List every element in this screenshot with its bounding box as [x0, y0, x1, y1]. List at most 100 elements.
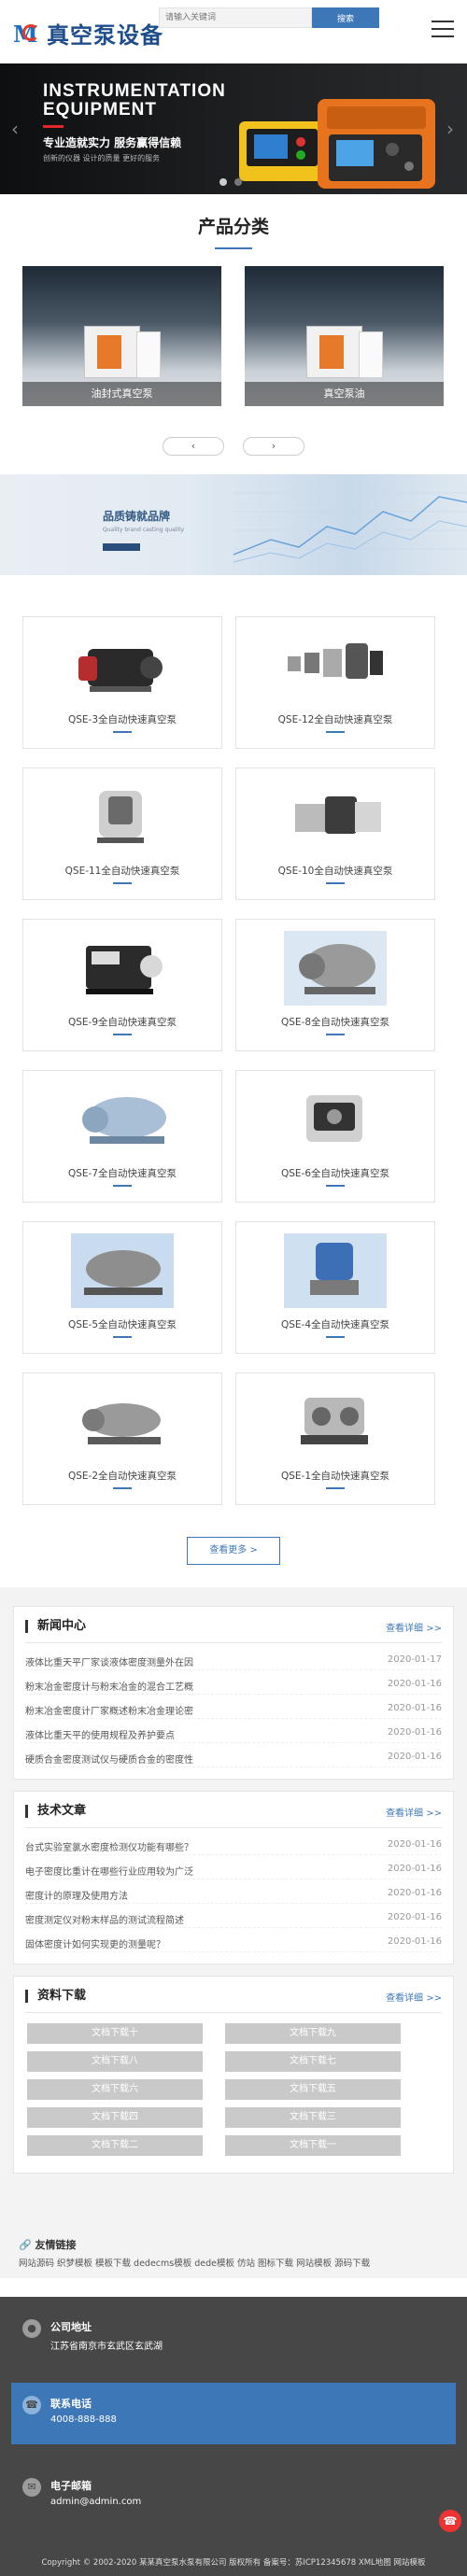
- product-card[interactable]: QSE-6全自动快速真空泵: [235, 1070, 435, 1203]
- product-card[interactable]: QSE-7全自动快速真空泵: [22, 1070, 222, 1203]
- article-item[interactable]: 密度测定仪对粉末样品的测试流程简述 2020-01-16: [25, 1907, 442, 1928]
- product-underline: [326, 731, 345, 733]
- articles-panel: 技术文章 查看详细 >> 台式实验室氯水密度检测仪功能有哪些？ 2020-01-1…: [13, 1791, 454, 1964]
- product-card[interactable]: QSE-8全自动快速真空泵: [235, 919, 435, 1051]
- news-item[interactable]: 硬质合金密度测试仪与硬质合金的密度性 2020-01-16: [25, 1747, 442, 1767]
- download-item[interactable]: 文档下载九: [225, 2023, 401, 2044]
- product-image: [82, 1097, 166, 1144]
- article-item[interactable]: 固体密度计如何实现更的测量呢？ 2020-01-16: [25, 1932, 442, 1952]
- news-item[interactable]: 粉末冶金密度计厂家概述粉末冶金理论密 2020-01-16: [25, 1698, 442, 1719]
- banner-dot[interactable]: [234, 178, 242, 186]
- news-item-date: 2020-01-16: [387, 1703, 442, 1713]
- news-item-title: 硬质合金密度测试仪与硬质合金的密度性: [25, 1755, 193, 1766]
- news-panel: 新闻中心 查看详细 >> 液体比重天平厂家谈液体密度测量外在因 2020-01-1…: [13, 1606, 454, 1780]
- download-item[interactable]: 文档下载十: [27, 2023, 203, 2044]
- category-carousel: 油封式真空泵 真空泵油: [0, 249, 467, 406]
- product-underline: [326, 1487, 345, 1489]
- news-item[interactable]: 粉末冶金密度计与粉末冶金的混合工艺概 2020-01-16: [25, 1674, 442, 1695]
- footer-email-title: 电子邮箱: [50, 2480, 92, 2492]
- articles-more-link[interactable]: 查看详细 >>: [386, 1805, 442, 1819]
- category-card[interactable]: 油封式真空泵: [22, 266, 221, 406]
- product-card[interactable]: QSE-9全自动快速真空泵: [22, 919, 222, 1051]
- product-image: [86, 946, 163, 994]
- product-image: [306, 1095, 362, 1142]
- hero-banner: INSTRUMENTATION EQUIPMENT 专业造就实力 服务赢得信赖 …: [0, 63, 467, 194]
- product-label: QSE-7全自动快速真空泵: [67, 1168, 177, 1179]
- download-item[interactable]: 文档下载八: [27, 2051, 203, 2072]
- download-item[interactable]: 文档下载四: [27, 2107, 203, 2128]
- product-card[interactable]: QSE-11全自动快速真空泵: [22, 767, 222, 900]
- product-image: [78, 649, 163, 692]
- product-label: QSE-3全自动快速真空泵: [67, 714, 177, 725]
- product-card[interactable]: QSE-10全自动快速真空泵: [235, 767, 435, 900]
- product-card[interactable]: QSE-2全自动快速真空泵: [22, 1372, 222, 1505]
- search-input[interactable]: [159, 7, 312, 28]
- product-label: QSE-8全自动快速真空泵: [280, 1017, 390, 1028]
- search-bar: 搜索: [159, 7, 379, 28]
- product-card[interactable]: QSE-5全自动快速真空泵: [22, 1221, 222, 1354]
- view-more-button[interactable]: 查看更多 >: [187, 1537, 280, 1565]
- product-image: [284, 931, 387, 1006]
- location-pin-icon: ●: [22, 2319, 41, 2338]
- download-item[interactable]: 文档下载六: [27, 2079, 203, 2100]
- link-icon: 🔗: [19, 2239, 32, 2251]
- product-card[interactable]: QSE-12全自动快速真空泵: [235, 616, 435, 749]
- downloads-more-link[interactable]: 查看详细 >>: [386, 1990, 442, 2004]
- phone-icon: ☎: [22, 2396, 41, 2414]
- category-next-button[interactable]: ›: [243, 437, 304, 456]
- banner-pagination: [219, 178, 242, 186]
- product-underline: [326, 882, 345, 884]
- category-card[interactable]: 真空泵油: [245, 266, 444, 406]
- friend-links-header: 🔗 友情链接: [19, 2237, 77, 2252]
- news-item-date: 2020-01-16: [387, 1752, 442, 1762]
- content-section: 新闻中心 查看详细 >> 液体比重天平厂家谈液体密度测量外在因 2020-01-1…: [0, 1587, 467, 2278]
- brand-button[interactable]: [103, 543, 140, 551]
- news-more-link[interactable]: 查看详细 >>: [386, 1620, 442, 1634]
- site-logo[interactable]: M 真空泵设备: [13, 17, 163, 49]
- product-card[interactable]: QSE-3全自动快速真空泵: [22, 616, 222, 749]
- articles-title: 技术文章: [25, 1805, 86, 1818]
- article-item[interactable]: 电子密度比重计在哪些行业应用较为广泛 2020-01-16: [25, 1859, 442, 1879]
- article-item-date: 2020-01-16: [387, 1839, 442, 1850]
- category-image: [84, 326, 163, 378]
- article-item-title: 密度计的原理及使用方法: [25, 1892, 128, 1902]
- footer-phone[interactable]: ☎ 联系电话 4008-888-888: [11, 2383, 456, 2444]
- download-item[interactable]: 文档下载三: [225, 2107, 401, 2128]
- brand-banner: 品质铸就品牌 Quality brand casting quality: [0, 474, 467, 575]
- product-card[interactable]: QSE-1全自动快速真空泵: [235, 1372, 435, 1505]
- download-item[interactable]: 文档下载五: [225, 2079, 401, 2100]
- news-item[interactable]: 液体比重天平厂家谈液体密度测量外在因 2020-01-17: [25, 1650, 442, 1670]
- product-underline: [113, 1185, 132, 1187]
- logo-mark-icon: M: [13, 20, 39, 48]
- friend-links-list[interactable]: 网站源码 织梦模板 模板下载 dedecms模板 dede模板 仿站 图标下载 …: [19, 2256, 448, 2269]
- download-item[interactable]: 文档下载一: [225, 2135, 401, 2156]
- product-card[interactable]: QSE-4全自动快速真空泵: [235, 1221, 435, 1354]
- product-underline: [113, 1034, 132, 1035]
- article-item-title: 电子密度比重计在哪些行业应用较为广泛: [25, 1867, 193, 1878]
- footer-email[interactable]: ✉ 电子邮箱 admin@admin.com: [0, 2465, 467, 2527]
- article-item[interactable]: 密度计的原理及使用方法 2020-01-16: [25, 1883, 442, 1904]
- product-label: QSE-10全自动快速真空泵: [277, 866, 393, 877]
- product-underline: [326, 1034, 345, 1035]
- footer-email-address: admin@admin.com: [50, 2497, 142, 2507]
- product-label: QSE-1全自动快速真空泵: [280, 1471, 390, 1482]
- article-item-date: 2020-01-16: [387, 1888, 442, 1898]
- hamburger-menu-icon[interactable]: [432, 21, 454, 37]
- download-item[interactable]: 文档下载二: [27, 2135, 203, 2156]
- banner-instruments-image: [239, 99, 435, 189]
- news-item[interactable]: 液体比重天平的使用规程及养护要点 2020-01-16: [25, 1723, 442, 1743]
- download-item[interactable]: 文档下载七: [225, 2051, 401, 2072]
- banner-dot[interactable]: [219, 178, 227, 186]
- product-label: QSE-4全自动快速真空泵: [280, 1319, 390, 1330]
- article-item-date: 2020-01-16: [387, 1912, 442, 1922]
- category-image: [306, 326, 385, 378]
- article-item-title: 台式实验室氯水密度检测仪功能有哪些？: [25, 1843, 193, 1853]
- product-label: QSE-12全自动快速真空泵: [277, 714, 393, 725]
- news-item-title: 粉末冶金密度计与粉末冶金的混合工艺概: [25, 1682, 193, 1693]
- article-item[interactable]: 台式实验室氯水密度检测仪功能有哪些？ 2020-01-16: [25, 1835, 442, 1855]
- product-label: QSE-11全自动快速真空泵: [64, 866, 180, 877]
- floating-phone-icon[interactable]: ☎: [439, 2510, 461, 2532]
- product-image: [82, 1403, 161, 1444]
- category-prev-button[interactable]: ‹: [163, 437, 224, 456]
- search-button[interactable]: 搜索: [312, 7, 379, 28]
